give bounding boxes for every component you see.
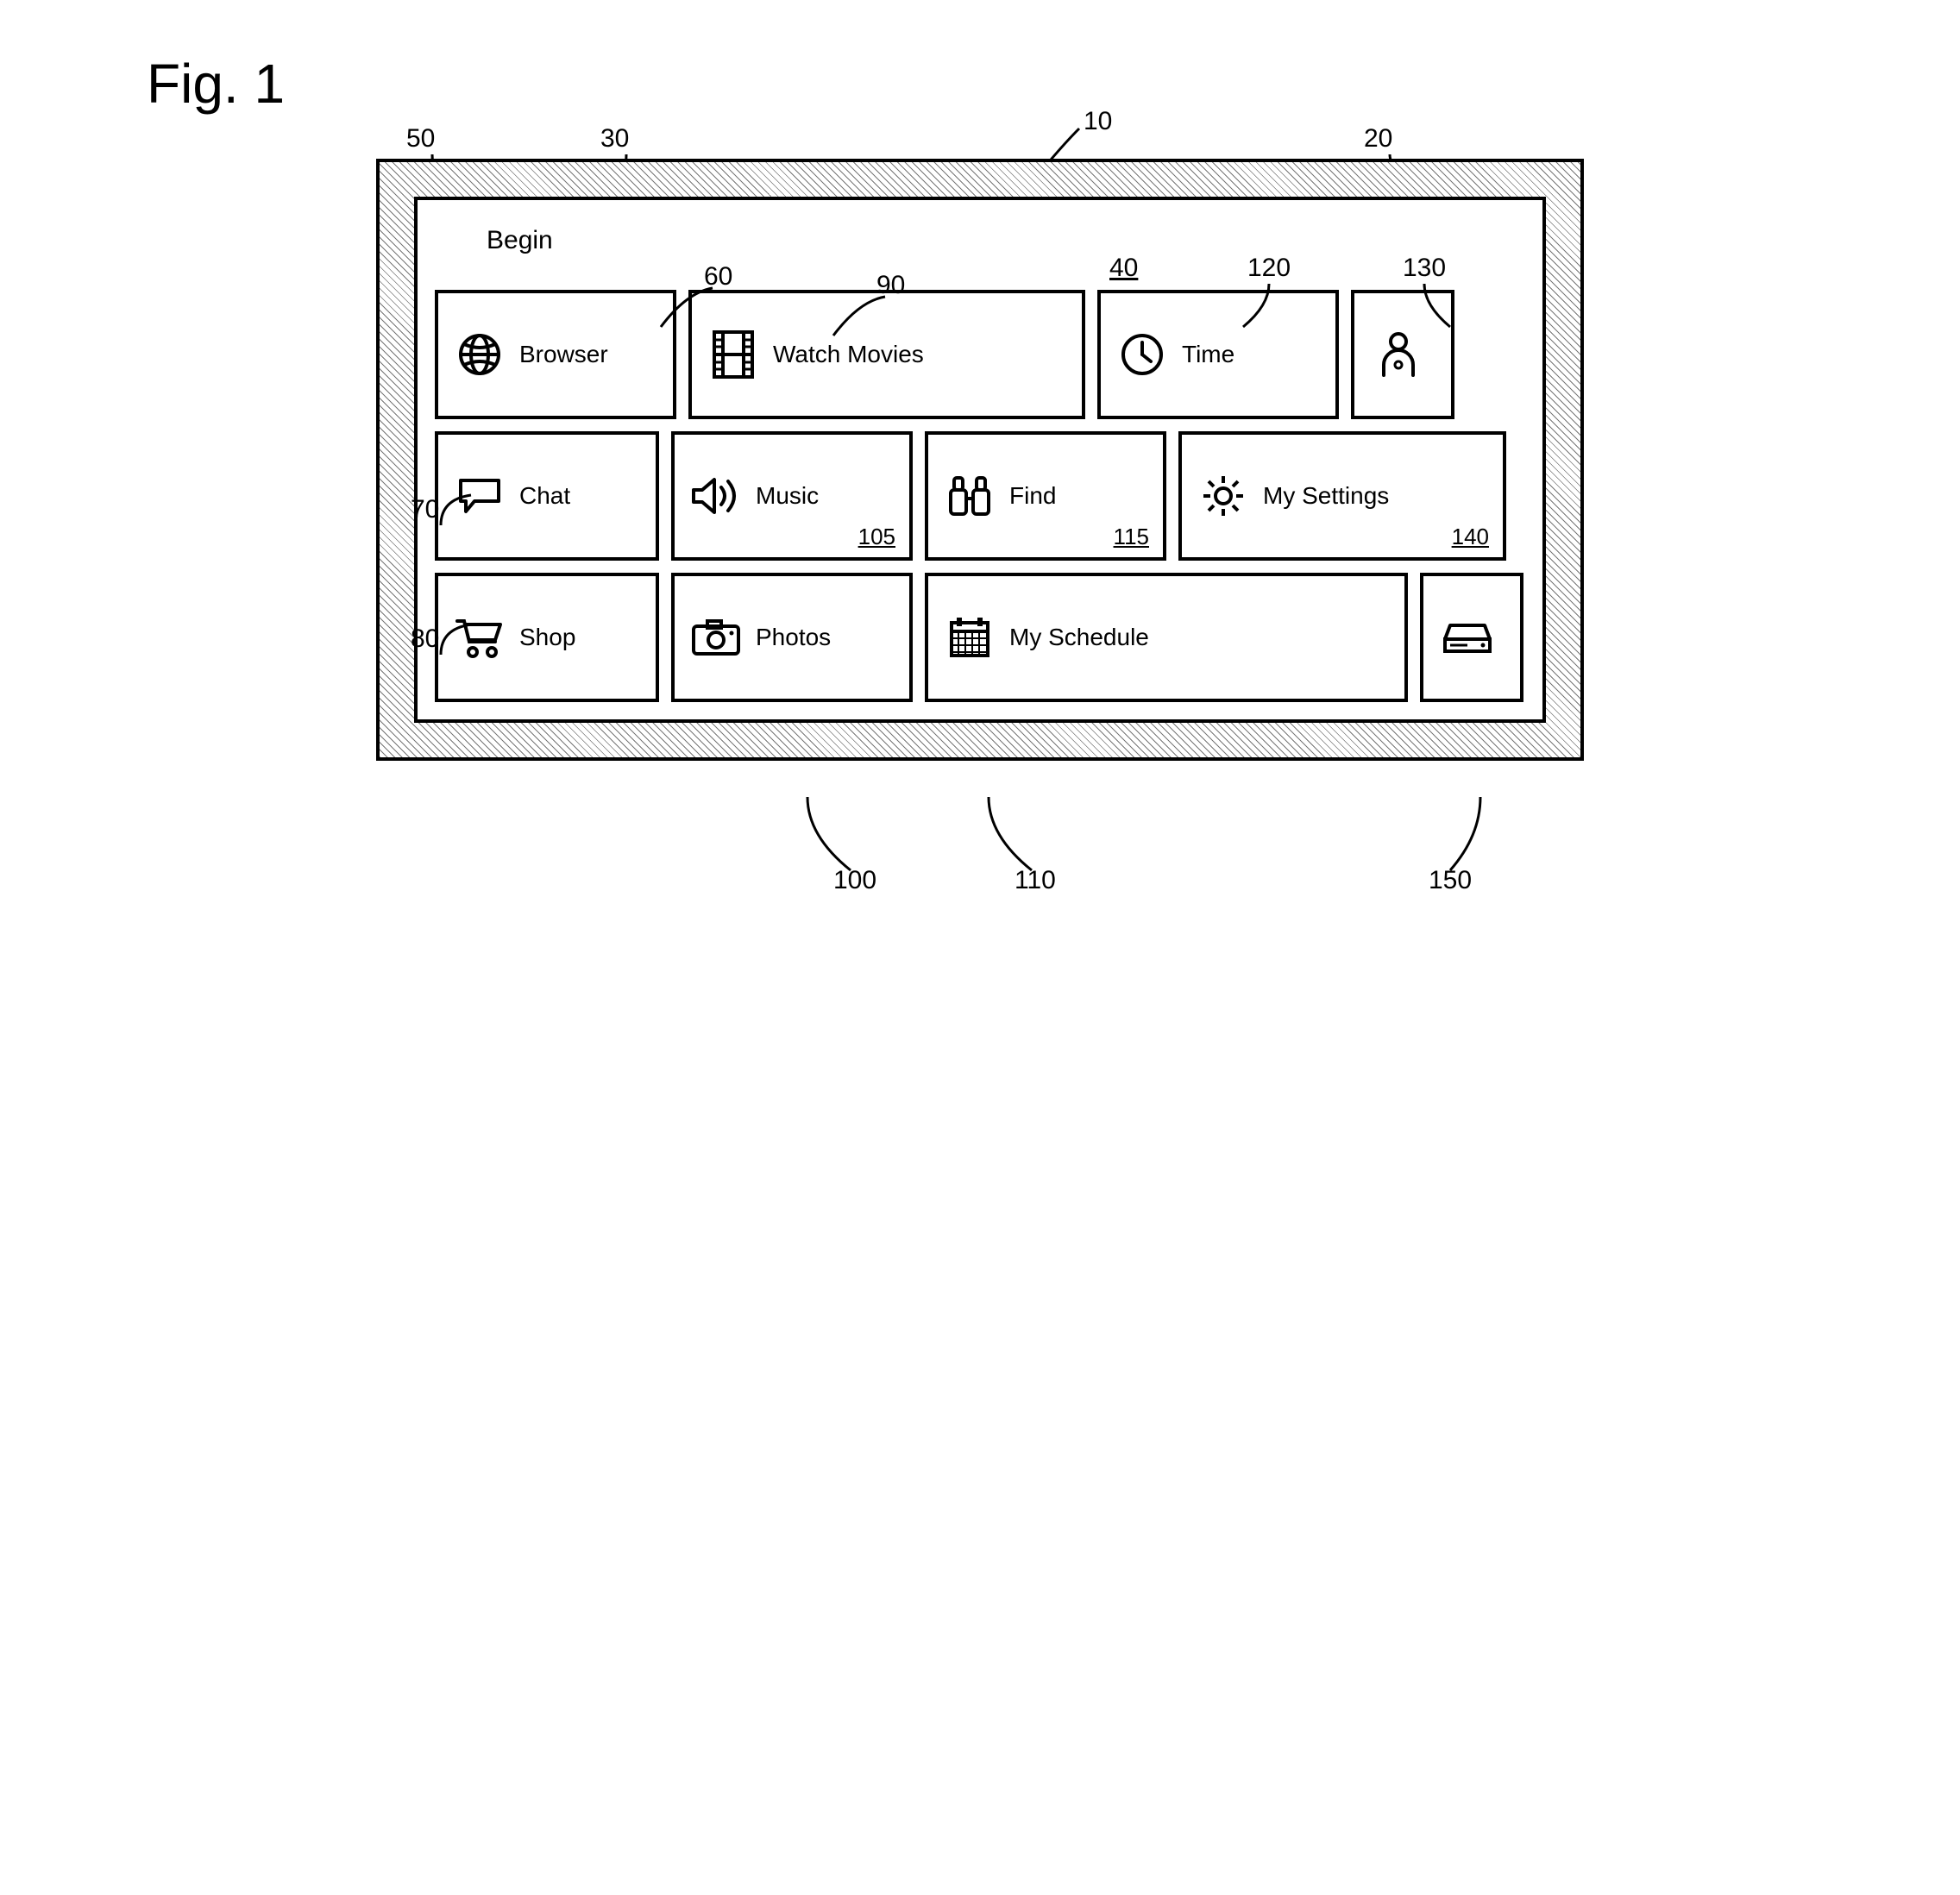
screen: Begin <box>414 197 1546 723</box>
tile-find[interactable]: Find 115 <box>925 431 1166 561</box>
callout-70: 70 <box>411 495 439 524</box>
begin-label: Begin <box>487 226 1525 255</box>
film-icon <box>707 329 759 380</box>
callout-40: 40 <box>1109 254 1138 283</box>
tile-grid: Browser <box>435 290 1525 702</box>
tile-schedule-label: My Schedule <box>1009 624 1149 651</box>
tile-movies-label: Watch Movies <box>773 341 924 368</box>
tile-shop[interactable]: Shop <box>435 573 659 702</box>
tile-shop-label: Shop <box>519 624 575 651</box>
tile-photos[interactable]: Photos <box>671 573 913 702</box>
callout-50: 50 <box>406 124 435 154</box>
callout-110: 110 <box>1015 866 1056 895</box>
tile-row-1: Browser <box>435 290 1525 419</box>
callout-60: 60 <box>704 262 732 292</box>
clock-icon <box>1116 332 1168 377</box>
tile-chat-label: Chat <box>519 482 570 510</box>
calendar-icon <box>944 615 996 660</box>
cart-icon <box>454 616 506 659</box>
drive-icon <box>1442 620 1493 655</box>
callout-20: 20 <box>1364 124 1392 154</box>
tile-settings-label: My Settings <box>1263 482 1389 510</box>
tile-music[interactable]: Music 105 <box>671 431 913 561</box>
person-icon <box>1373 330 1424 379</box>
tile-find-ref: 115 <box>1114 524 1149 550</box>
tile-settings[interactable]: My Settings 140 <box>1178 431 1506 561</box>
lead-150 <box>1446 793 1498 875</box>
tile-browser[interactable]: Browser <box>435 290 676 419</box>
camera-icon <box>690 618 742 657</box>
figure-title: Fig. 1 <box>147 52 1925 116</box>
tile-music-ref: 105 <box>858 524 895 550</box>
callout-30: 30 <box>600 124 629 154</box>
tile-user[interactable] <box>1351 290 1454 419</box>
tile-settings-ref: 140 <box>1452 524 1489 550</box>
callout-150: 150 <box>1429 866 1472 895</box>
globe-icon <box>454 332 506 377</box>
callout-10: 10 <box>1084 107 1112 136</box>
tile-music-label: Music <box>756 482 819 510</box>
lead-110 <box>980 793 1040 875</box>
binoculars-icon <box>944 473 996 519</box>
tile-schedule[interactable]: My Schedule <box>925 573 1408 702</box>
callout-130: 130 <box>1403 254 1446 283</box>
tile-chat[interactable]: Chat <box>435 431 659 561</box>
chat-icon <box>454 475 506 517</box>
tile-row-3: Shop Photos <box>435 573 1525 702</box>
callout-80: 80 <box>411 624 439 654</box>
tile-movies[interactable]: Watch Movies <box>688 290 1085 419</box>
device-frame: Begin <box>376 159 1584 761</box>
diagram-stage: 10 50 30 20 Begin <box>376 159 1584 761</box>
tile-photos-label: Photos <box>756 624 831 651</box>
speaker-icon <box>690 474 742 518</box>
tile-browser-label: Browser <box>519 341 608 368</box>
tile-find-label: Find <box>1009 482 1056 510</box>
callout-90: 90 <box>876 271 905 300</box>
tile-row-2: Chat Music 105 <box>435 431 1525 561</box>
callout-120: 120 <box>1247 254 1291 283</box>
tile-time[interactable]: Time <box>1097 290 1339 419</box>
tile-time-label: Time <box>1182 341 1234 368</box>
tile-drive[interactable] <box>1420 573 1523 702</box>
gear-icon <box>1197 473 1249 519</box>
callout-100: 100 <box>833 866 876 895</box>
lead-100 <box>799 793 859 875</box>
